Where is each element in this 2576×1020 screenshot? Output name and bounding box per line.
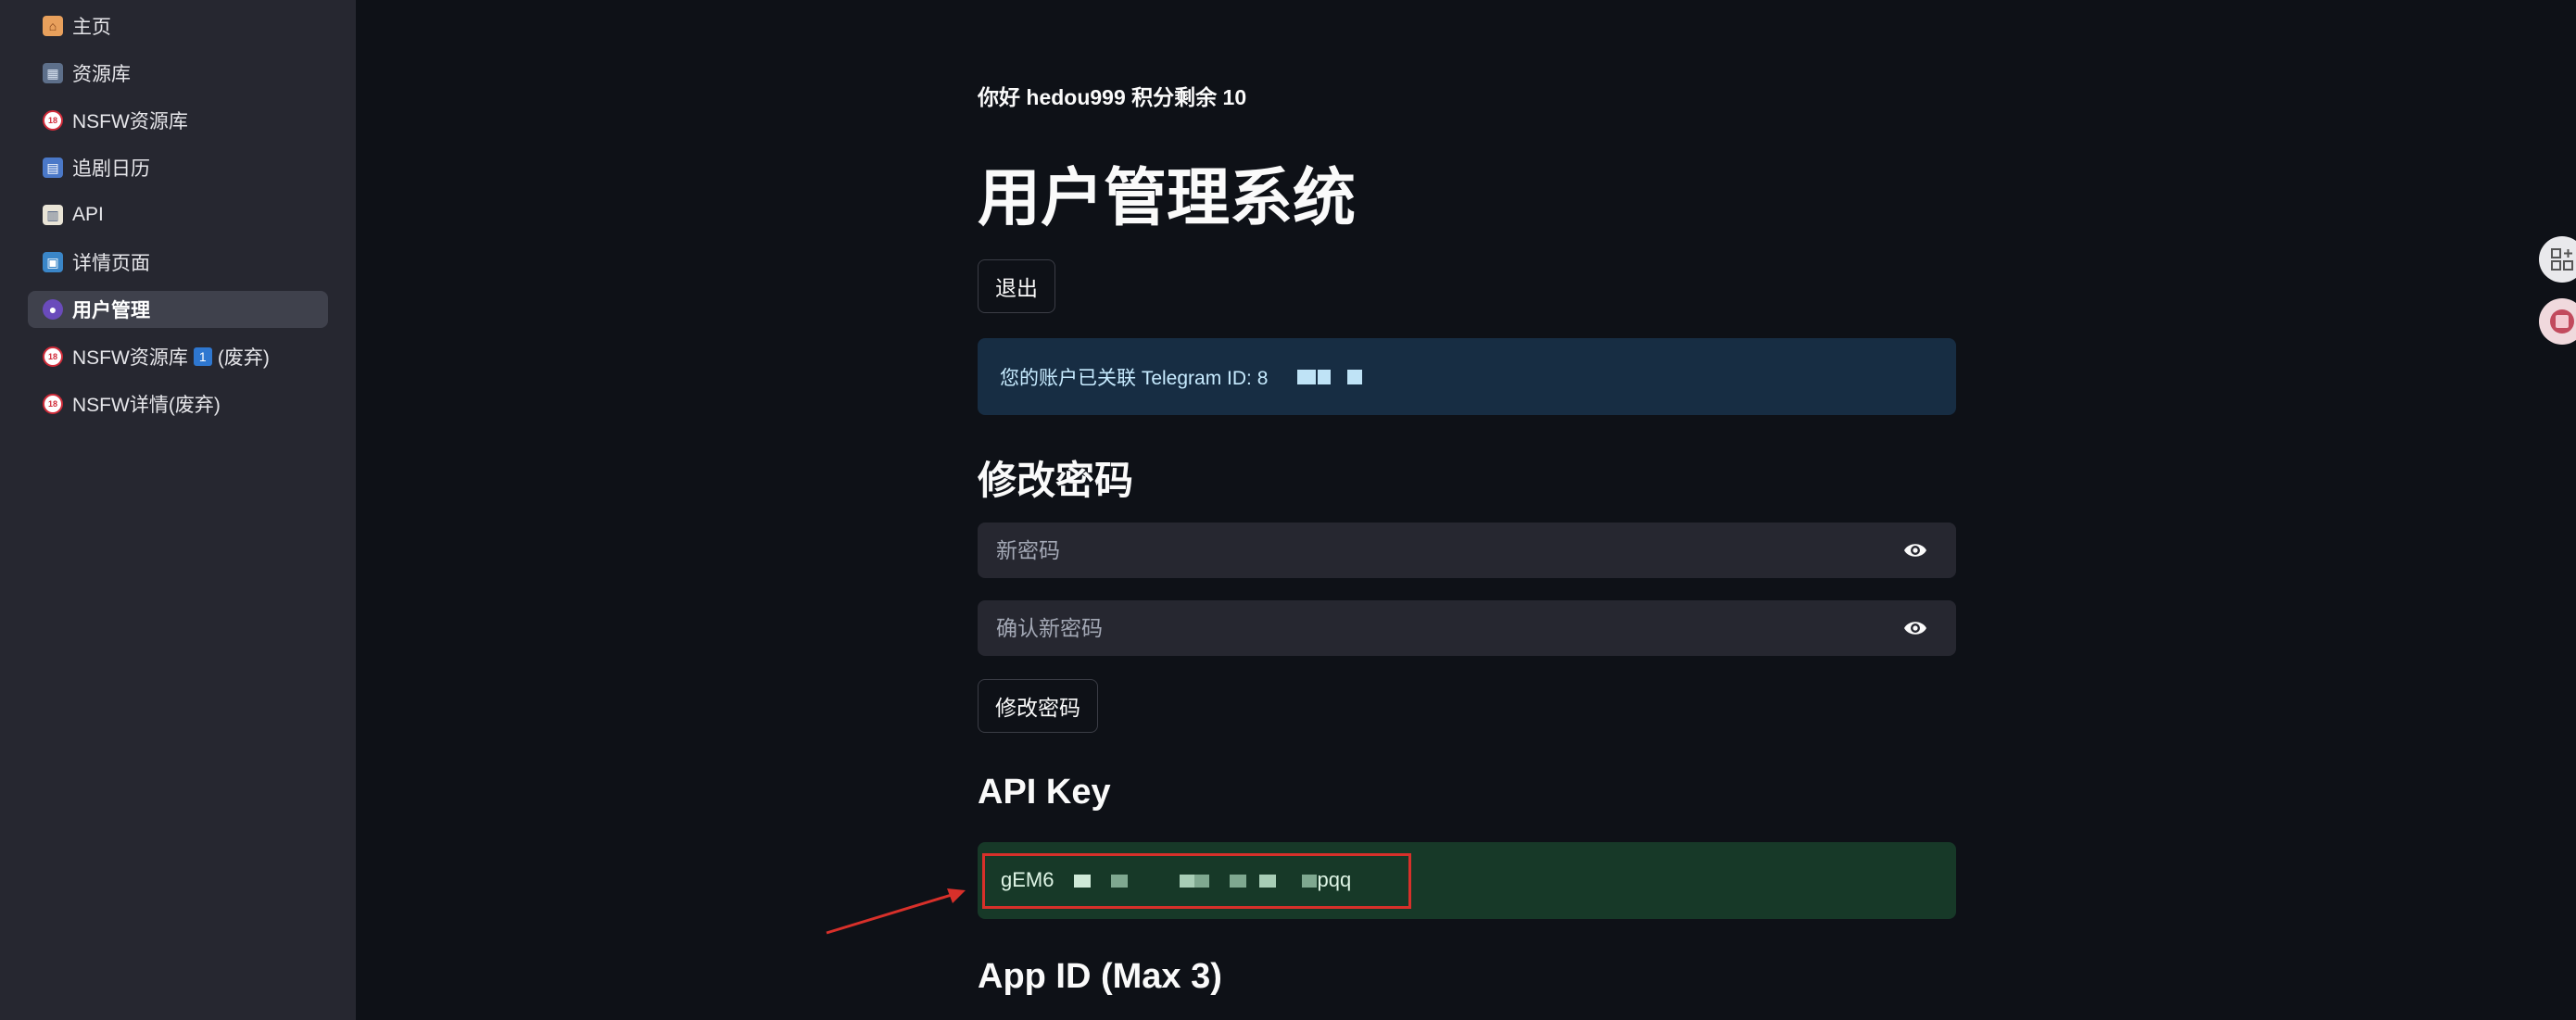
redacted-block: [1302, 875, 1318, 888]
greeting-text: 你好 hedou999 积分剩余 10: [978, 85, 1247, 109]
redacted-block: [1297, 369, 1317, 384]
sidebar-item-label: NSFW资源库: [72, 347, 188, 369]
api-key-value: gEM6 pqq: [1001, 868, 1351, 892]
eye-icon[interactable]: [1902, 538, 1928, 567]
house-icon: ⌂: [43, 16, 63, 36]
redacted-block: [1318, 369, 1332, 384]
sidebar-item-label: NSFW详情(废弃): [72, 395, 221, 416]
sidebar-item-home[interactable]: ⌂ 主页: [28, 7, 328, 44]
sidebar-nav: ⌂ 主页 ▦ 资源库 18 NSFW资源库 ▤ 追剧日历 ▥ API ▣ 详情页…: [28, 7, 328, 433]
sidebar-item-nsfw-library[interactable]: 18 NSFW资源库: [28, 102, 328, 139]
picture-icon: ▣: [43, 252, 63, 272]
redacted-block: [1230, 875, 1247, 888]
no-under-18-icon: 18: [43, 346, 63, 367]
eye-icon[interactable]: [1902, 616, 1928, 645]
telegram-info-alert: 您的账户已关联 Telegram ID: 8: [978, 338, 1956, 415]
logout-button[interactable]: 退出: [978, 259, 1055, 313]
sidebar-item-label: 资源库: [72, 64, 131, 85]
calendar-icon: ▤: [43, 157, 63, 178]
redacted-block: [1259, 875, 1277, 888]
person-icon: ●: [43, 299, 63, 320]
sidebar-item-calendar[interactable]: ▤ 追剧日历: [28, 149, 328, 186]
api-key-prefix: gEM6: [1001, 868, 1054, 891]
sidebar-item-label: API: [72, 204, 104, 225]
book-icon: ▥: [43, 205, 63, 225]
page-title: 用户管理系统: [978, 163, 1357, 233]
sidebar-item-label: 追剧日历: [72, 158, 150, 180]
sidebar-item-label: 用户管理: [72, 300, 150, 321]
redacted-block: [1180, 875, 1195, 888]
redacted-block: [1347, 369, 1363, 384]
api-key-heading: API Key: [978, 773, 1111, 812]
confirm-password-field[interactable]: [978, 600, 1956, 656]
confirm-password-input[interactable]: [994, 614, 1832, 642]
api-key-suffix: pqq: [1317, 868, 1352, 891]
sidebar: ⌂ 主页 ▦ 资源库 18 NSFW资源库 ▤ 追剧日历 ▥ API ▣ 详情页…: [0, 0, 356, 1020]
sidebar-item-user-management[interactable]: ● 用户管理: [28, 291, 328, 328]
app-id-heading: App ID (Max 3): [978, 957, 1222, 996]
sidebar-item-library[interactable]: ▦ 资源库: [28, 55, 328, 92]
telegram-info-text: 您的账户已关联 Telegram ID: 8: [1000, 367, 1269, 389]
sidebar-item-api[interactable]: ▥ API: [28, 196, 328, 233]
sidebar-item-suffix: (废弃): [217, 347, 270, 369]
api-key-display: gEM6 pqq: [978, 842, 1956, 919]
change-password-button[interactable]: 修改密码: [978, 679, 1098, 733]
sidebar-item-details[interactable]: ▣ 详情页面: [28, 244, 328, 281]
film-icon: ▦: [43, 63, 63, 83]
grid-add-icon[interactable]: [2539, 236, 2576, 283]
sidebar-item-label: 详情页面: [72, 253, 150, 274]
redacted-block: [1111, 875, 1129, 888]
sidebar-item-label: NSFW资源库: [72, 111, 188, 132]
sidebar-item-nsfw-library-deprecated[interactable]: 18 NSFW资源库 1 (废弃): [28, 338, 328, 375]
no-under-18-icon: 18: [43, 394, 63, 414]
translate-icon[interactable]: [2539, 298, 2576, 345]
change-password-heading: 修改密码: [978, 459, 1134, 502]
redacted-block: [1194, 875, 1210, 888]
no-under-18-icon: 18: [43, 110, 63, 131]
sidebar-item-label: 主页: [72, 17, 111, 38]
keycap-one-icon: 1: [193, 347, 212, 366]
new-password-field[interactable]: [978, 523, 1956, 578]
annotation-arrow-icon: [826, 888, 966, 935]
redacted-block: [1074, 875, 1092, 888]
sidebar-item-nsfw-details-deprecated[interactable]: 18 NSFW详情(废弃): [28, 385, 328, 422]
new-password-input[interactable]: [994, 536, 1832, 564]
